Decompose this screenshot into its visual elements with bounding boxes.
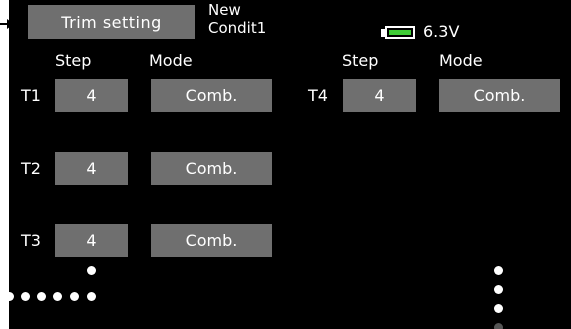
condition-label-name: Condit1 xyxy=(208,19,267,37)
trim-label-t2: T2 xyxy=(21,159,41,178)
trim-setting-screen: Trim setting New Condit1 6.3V Step Mode … xyxy=(9,0,571,329)
trim-label-t3: T3 xyxy=(21,231,41,250)
t2-mode-button[interactable]: Comb. xyxy=(151,152,272,185)
t1-step-button[interactable]: 4 xyxy=(55,79,128,112)
trim-label-t4: T4 xyxy=(308,86,328,105)
column-header-mode-right: Mode xyxy=(439,51,483,70)
t3-mode-button[interactable]: Comb. xyxy=(151,224,272,257)
column-header-step: Step xyxy=(55,51,92,70)
t1-mode-button[interactable]: Comb. xyxy=(151,79,272,112)
column-header-mode: Mode xyxy=(149,51,193,70)
trim-setting-title-button[interactable]: Trim setting xyxy=(28,5,195,39)
battery-icon xyxy=(381,26,417,39)
column-header-step-right: Step xyxy=(342,51,379,70)
condition-label-new: New xyxy=(208,1,241,19)
t4-mode-button[interactable]: Comb. xyxy=(439,79,560,112)
t2-step-button[interactable]: 4 xyxy=(55,152,128,185)
trim-label-t1: T1 xyxy=(21,86,41,105)
t3-step-button[interactable]: 4 xyxy=(55,224,128,257)
battery-voltage: 6.3V xyxy=(423,22,460,41)
t4-step-button[interactable]: 4 xyxy=(343,79,416,112)
